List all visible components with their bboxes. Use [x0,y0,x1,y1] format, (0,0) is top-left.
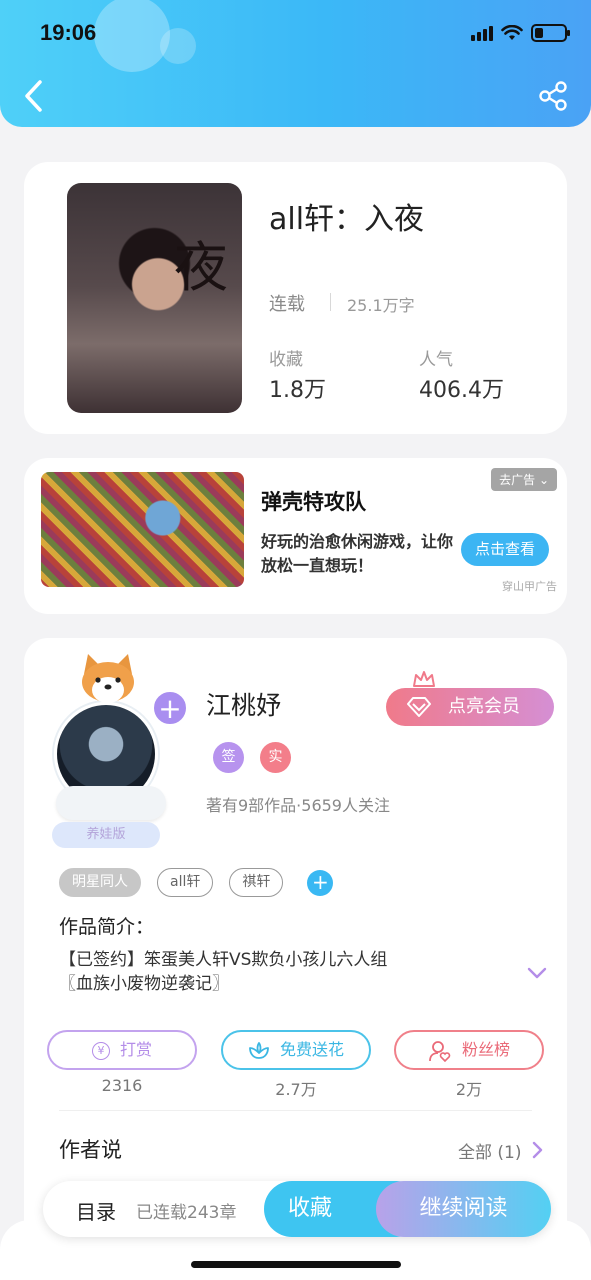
yen-icon: ¥ [91,1041,110,1060]
ad-image[interactable] [41,472,244,587]
favorites-label: 收藏 [269,350,303,370]
ad-source: 穿山甲广告 [502,580,557,593]
author-says-heading: 作者说 [59,1138,122,1162]
chevron-right-icon[interactable] [531,1141,543,1159]
share-button[interactable] [537,80,569,112]
author-says-all-link[interactable]: 全部 (1) [458,1138,521,1163]
book-title: all轩：入夜 [269,202,425,237]
fan-rank-button[interactable]: 粉丝榜 [394,1030,544,1070]
book-cover-image[interactable]: 夜 [67,183,242,413]
tip-label: 打赏 [119,1040,152,1059]
top-header: 19:06 [0,0,591,127]
author-avatar-group[interactable]: + 养娃版 [44,650,194,848]
flower-icon [249,1041,269,1059]
flower-count: 2.7万 [275,1080,317,1099]
ad-description: 好玩的治愈休闲游戏，让你放松一直想玩！ [261,532,454,575]
wifi-icon [501,25,523,40]
vip-button-label: 点亮会员 [448,696,520,717]
free-flower-label: 免费送花 [279,1040,344,1059]
section-divider [59,1110,532,1111]
continue-reading-button[interactable]: 继续阅读 [376,1181,551,1237]
diamond-icon [407,697,431,717]
bottom-action-bar: 目录 已连载243章 收藏 继续阅读 [43,1181,551,1237]
tag-item[interactable]: all轩 [157,868,214,897]
author-stats: 著有9部作品·5659人关注 [206,796,390,815]
signed-badge: 签 [213,742,244,773]
status-icons [471,24,570,42]
ad-card[interactable]: 弹壳特攻队 好玩的治愈休闲游戏，让你放松一直想玩！ 去广告 ⌄ 点击查看 穿山甲… [24,458,567,614]
chapter-count: 已连载243章 [136,1203,237,1223]
intro-line: 【已签约】笨蛋美人轩VS欺负小孩儿六人组 [59,950,388,970]
add-tag-button[interactable]: + [307,869,334,896]
vip-button[interactable]: 点亮会员 [386,688,554,726]
fan-count: 2万 [455,1080,483,1099]
corgi-icon [82,654,134,703]
intro-line: 〖血族小废物逆袭记〗 [59,974,229,994]
verified-badge: 实 [260,742,291,773]
tip-count: 2316 [101,1076,143,1095]
intro-heading: 作品简介： [59,916,155,938]
ad-cta-button[interactable]: 点击查看 [461,533,549,566]
tag-item[interactable]: 明星同人 [59,868,141,897]
remove-ad-button[interactable]: 去广告 ⌄ [491,468,557,491]
book-info-card: 夜 all轩：入夜 连载 25.1万字 收藏 1.8万 人气 406.4万 [24,162,567,434]
avatar-add-button[interactable]: + [152,690,188,726]
popularity-value: 406.4万 [419,378,504,403]
user-heart-icon [429,1040,451,1062]
battery-icon [531,24,570,42]
popularity-label: 人气 [419,350,453,370]
free-flower-button[interactable]: 免费送花 [221,1030,371,1070]
tip-button[interactable]: ¥ 打赏 [47,1030,197,1070]
fan-rank-label: 粉丝榜 [461,1040,510,1059]
tag-list: 明星同人 all轩 祺轩 + [59,868,334,897]
status-divider [330,293,331,311]
back-button[interactable] [18,76,50,116]
cover-glyph: 夜 [174,236,228,299]
signal-icon [471,25,493,41]
favorites-value: 1.8万 [269,378,326,403]
home-indicator [191,1261,401,1268]
ad-title: 弹壳特攻队 [261,490,366,514]
tag-item[interactable]: 祺轩 [229,868,284,897]
decor-bubble [160,28,196,64]
decor-bubble [94,0,170,72]
chevron-down-icon[interactable] [527,966,547,980]
book-word-count: 25.1万字 [347,296,415,315]
intro-text[interactable]: 【已签约】笨蛋美人轩VS欺负小孩儿六人组 〖血族小废物逆袭记〗 [59,948,509,996]
avatar-cloud-decor [56,786,166,820]
book-status: 连载 [269,294,305,315]
toc-button[interactable]: 目录 [76,1196,116,1225]
avatar-edition-badge[interactable]: 养娃版 [52,822,160,848]
status-time: 19:06 [40,20,97,45]
author-name[interactable]: 江桃妤 [206,686,281,722]
crown-icon [413,671,435,687]
